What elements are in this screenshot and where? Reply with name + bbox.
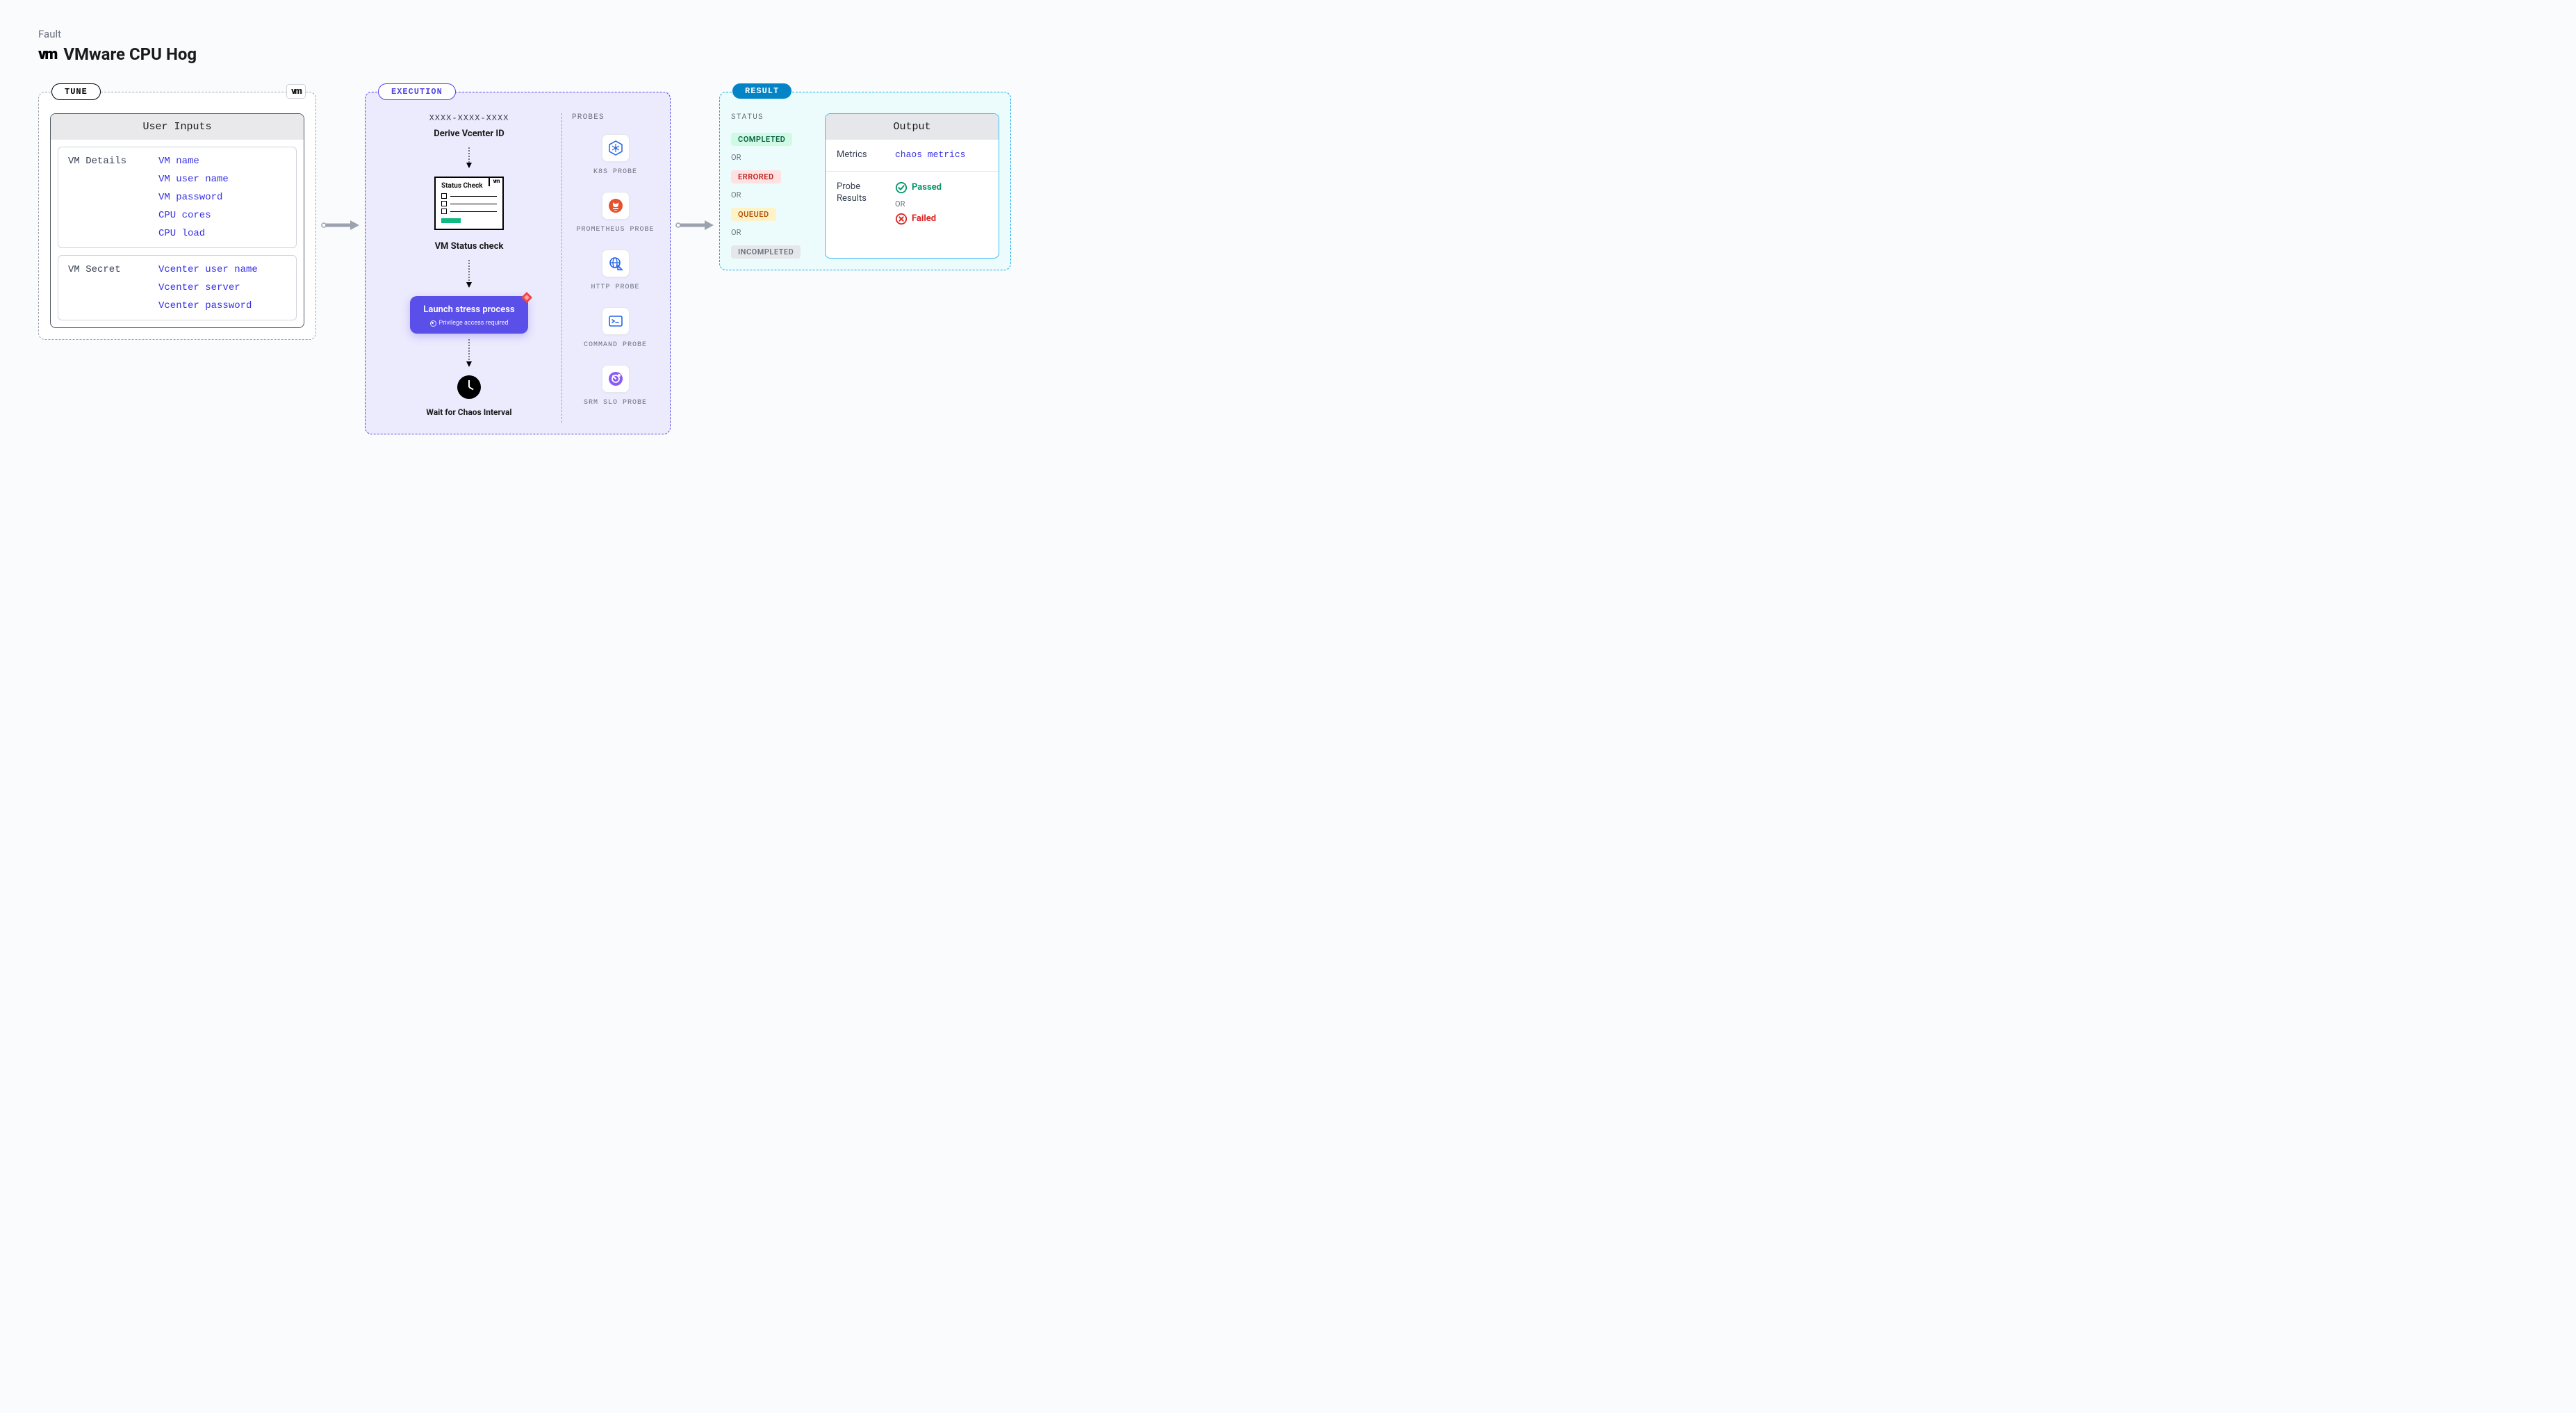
input-field: CPU cores (158, 210, 229, 221)
status-errored: ERRORED (731, 170, 781, 183)
probe-label: K8S PROBE (593, 168, 637, 177)
fault-name: VMware CPU Hog (63, 44, 197, 64)
probe-item: SRM SLO PROBE (572, 365, 659, 407)
execution-badge: EXECUTION (378, 83, 456, 100)
diagram-canvas: TUNE vm User Inputs VM DetailsVM nameVM … (38, 92, 2538, 434)
vm-status-check-step: VM Status check (435, 241, 504, 252)
category-label: Fault (38, 28, 2538, 40)
stress-subtitle: Privilege access required (417, 320, 521, 327)
probe-item: PROMETHEUS PROBE (572, 192, 659, 234)
arrow-right-icon (321, 217, 360, 234)
user-inputs-heading: User Inputs (51, 114, 304, 140)
status-incompleted: INCOMPLETED (731, 245, 801, 259)
probe-results-row: Probe Results Passed OR Failed (826, 171, 999, 235)
vcenter-id-placeholder: XXXX-XXXX-XXXX (429, 113, 509, 123)
input-field: Vcenter server (158, 282, 258, 293)
execution-stage: EXECUTION XXXX-XXXX-XXXX Derive Vcenter … (365, 92, 671, 434)
probe-label: SRM SLO PROBE (584, 398, 647, 407)
status-queued: QUEUED (731, 208, 776, 221)
input-section: VM Secret Vcenter user name Vcenter server… (58, 255, 297, 320)
probe-result-passed: Passed (895, 181, 987, 194)
slo-probe-icon (602, 365, 630, 393)
output-heading: Output (826, 114, 999, 140)
probe-result-failed: Failed (895, 213, 987, 225)
arrow-tune-to-execution (316, 217, 365, 234)
command-probe-icon (602, 307, 630, 335)
input-field: Vcenter password (158, 300, 258, 311)
stress-title: Launch stress process (417, 304, 521, 316)
clock-icon (457, 375, 481, 399)
status-heading: STATUS (731, 113, 811, 122)
or-divider: OR (731, 190, 811, 199)
input-field: VM name (158, 156, 229, 167)
arrow-down-icon (466, 260, 473, 291)
x-circle-icon (895, 213, 908, 225)
launch-stress-card: Launch stress process Privilege access r… (410, 296, 528, 334)
status-column: STATUS COMPLETED OR ERRORED OR QUEUED OR INCOM… (731, 113, 811, 259)
probe-label: HTTP PROBE (591, 283, 639, 292)
k8s-probe-icon (602, 134, 630, 162)
vmware-chip-icon: vm (286, 84, 306, 99)
checklist-row (441, 209, 497, 214)
probe-results-label: Probe Results (837, 181, 885, 205)
input-section-label: VM Secret (68, 264, 151, 311)
metrics-label: Metrics (837, 149, 885, 161)
pin-icon (521, 292, 532, 303)
input-section-values: VM name VM user name VM password CPU cores C… (158, 156, 229, 239)
prometheus-probe-icon (602, 192, 630, 220)
info-icon (430, 320, 436, 327)
user-inputs-card: User Inputs VM Details VM name VM user nam… (50, 113, 304, 328)
vmware-logo-icon: vm (38, 46, 56, 63)
check-circle-icon (895, 181, 908, 194)
metrics-row: Metrics chaos metrics (826, 140, 999, 171)
probe-item: COMMAND PROBE (572, 307, 659, 350)
input-field: Vcenter user name (158, 264, 258, 275)
or-divider: OR (731, 153, 811, 162)
probe-label: PROMETHEUS PROBE (576, 225, 654, 234)
arrow-execution-to-result (671, 217, 719, 234)
status-completed: COMPLETED (731, 133, 792, 146)
or-divider: OR (731, 228, 811, 237)
arrow-right-icon (675, 217, 714, 234)
result-stage: RESULT STATUS COMPLETEDORERROREDORQUEUED… (719, 92, 1011, 270)
input-section-values: Vcenter user name Vcenter server Vcenter p… (158, 264, 258, 311)
input-field: VM password (158, 192, 229, 203)
status-check-card: vm Status Check (434, 177, 504, 230)
output-card: Output Metrics chaos metrics Probe Resul… (825, 113, 999, 259)
checklist-row (441, 193, 497, 199)
probe-item: ! HTTP PROBE (572, 250, 659, 292)
arrow-down-icon (466, 147, 473, 171)
page-title: vm VMware CPU Hog (38, 44, 2538, 64)
progress-bar-icon (441, 218, 461, 223)
execution-flow: XXXX-XXXX-XXXX Derive Vcenter ID vm Stat… (377, 113, 561, 423)
input-section: VM Details VM name VM user name VM password… (58, 147, 297, 248)
probes-panel: PROBES K8S PROBE PROMETHEUS PROBE! HTTP PR… (561, 113, 659, 423)
input-field: VM user name (158, 174, 229, 185)
http-probe-icon: ! (602, 250, 630, 277)
metrics-value: chaos metrics (895, 149, 987, 160)
wait-interval-step: Wait for Chaos Interval (426, 407, 511, 418)
input-section-label: VM Details (68, 156, 151, 239)
page-header: Fault vm VMware CPU Hog (38, 28, 2538, 64)
probes-heading: PROBES (572, 113, 659, 122)
input-field: CPU load (158, 228, 229, 239)
or-divider: OR (895, 199, 987, 209)
vmware-tab-icon: vm (489, 177, 504, 186)
arrow-down-icon (466, 339, 473, 370)
probe-item: K8S PROBE (572, 134, 659, 177)
svg-text:!: ! (619, 267, 620, 271)
checklist-row (441, 201, 497, 206)
result-badge: RESULT (732, 83, 791, 99)
tune-badge: TUNE (51, 83, 101, 100)
derive-vcenter-id-step: Derive Vcenter ID (434, 129, 504, 139)
probe-label: COMMAND PROBE (584, 341, 647, 350)
tune-stage: TUNE vm User Inputs VM DetailsVM nameVM … (38, 92, 316, 340)
